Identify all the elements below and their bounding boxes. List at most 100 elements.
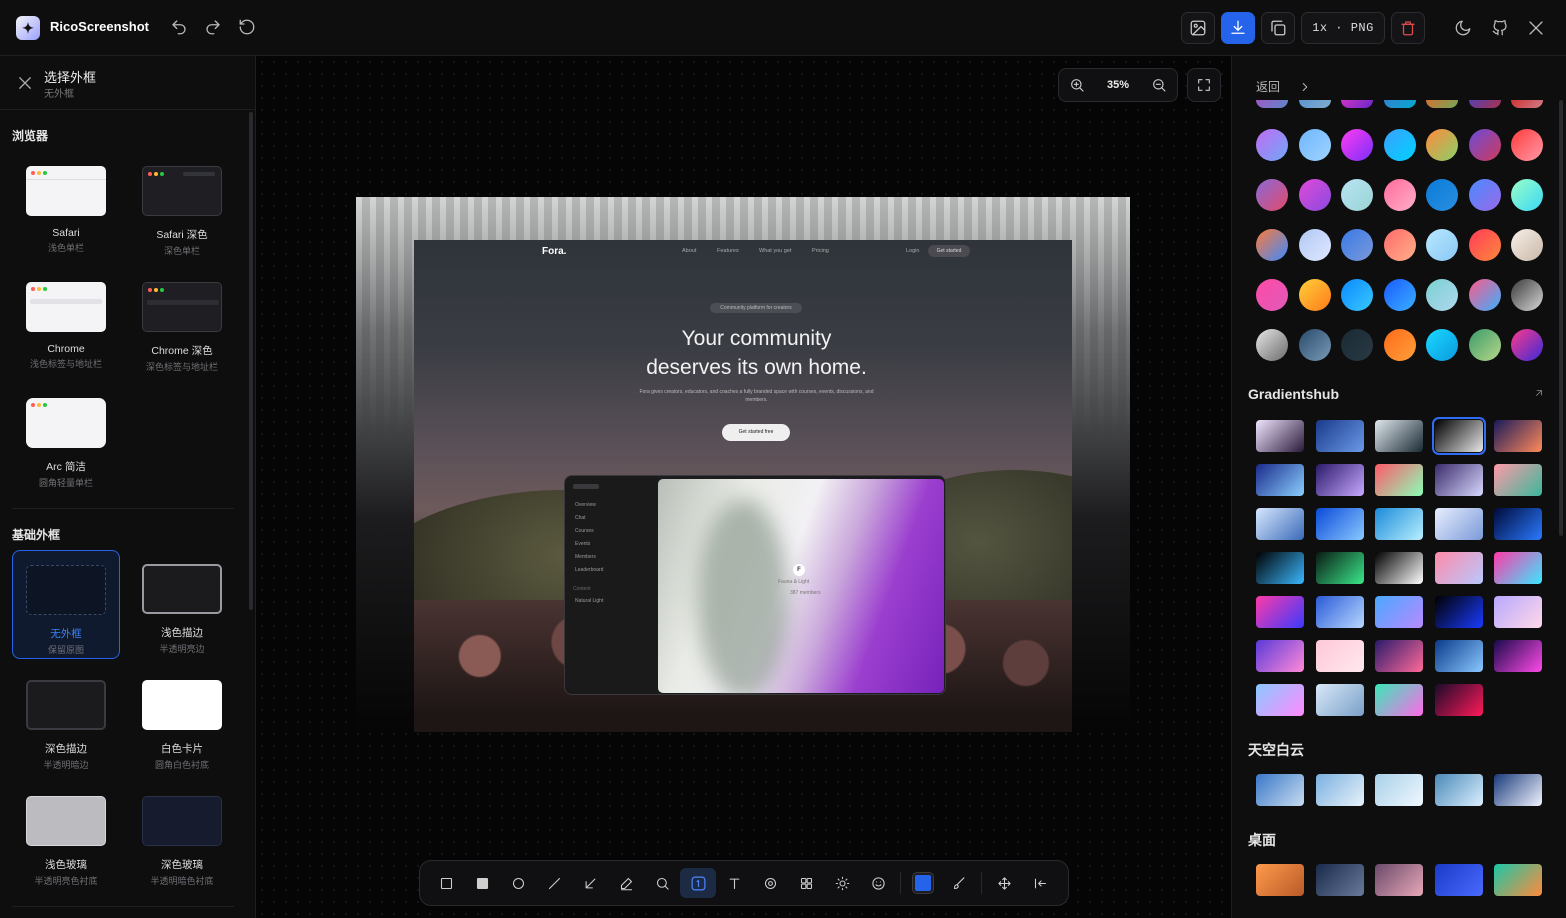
- background-tile[interactable]: [1375, 508, 1423, 540]
- undo-icon[interactable]: [170, 18, 188, 36]
- zoom-in-icon[interactable]: [1069, 77, 1085, 93]
- gradient-swatch[interactable]: [1256, 100, 1288, 108]
- gradient-swatch[interactable]: [1426, 279, 1458, 311]
- gradient-swatch[interactable]: [1426, 179, 1458, 211]
- tool-number[interactable]: [680, 868, 716, 898]
- screenshot-preview[interactable]: Fora. About Features What you get Pricin…: [356, 197, 1130, 732]
- redo-icon[interactable]: [204, 18, 222, 36]
- gradient-swatch[interactable]: [1298, 100, 1331, 108]
- gradient-swatch[interactable]: [1426, 329, 1458, 361]
- frame-safari-dark[interactable]: Safari 深色 深色单栏: [128, 166, 236, 257]
- download-button[interactable]: [1221, 12, 1255, 44]
- background-tile[interactable]: [1375, 464, 1423, 496]
- gradient-swatch[interactable]: [1256, 179, 1288, 211]
- tool-arrow[interactable]: [572, 868, 608, 898]
- frame-dark-glass[interactable]: 深色玻璃 半透明暗色衬底: [128, 796, 236, 887]
- background-tile[interactable]: [1256, 508, 1304, 540]
- gradient-swatch[interactable]: [1511, 229, 1543, 261]
- gradient-swatch[interactable]: [1511, 129, 1543, 161]
- frame-arc[interactable]: Arc 简洁 圆角轻量单栏: [12, 398, 120, 489]
- background-tile[interactable]: [1315, 640, 1364, 672]
- gradient-swatch[interactable]: [1341, 279, 1373, 311]
- external-link-icon[interactable]: [1533, 387, 1545, 399]
- gradient-swatch[interactable]: [1383, 329, 1416, 361]
- gradient-swatch[interactable]: [1426, 100, 1458, 108]
- frame-chrome[interactable]: Chrome 浅色标签与地址栏: [12, 282, 120, 370]
- gradient-swatch[interactable]: [1298, 129, 1331, 161]
- close-icon[interactable]: [16, 74, 34, 92]
- gradient-swatch[interactable]: [1256, 129, 1288, 161]
- moon-icon[interactable]: [1454, 19, 1472, 37]
- background-tile[interactable]: [1256, 420, 1304, 452]
- gradient-swatch[interactable]: [1341, 129, 1373, 161]
- zoom-out-icon[interactable]: [1151, 77, 1167, 93]
- background-tile[interactable]: [1256, 640, 1304, 672]
- gradient-swatch[interactable]: [1298, 229, 1331, 261]
- background-tile[interactable]: [1494, 640, 1542, 672]
- background-tile[interactable]: [1431, 417, 1486, 455]
- gradient-swatch[interactable]: [1383, 129, 1416, 161]
- gradient-swatch[interactable]: [1256, 279, 1288, 311]
- background-tile[interactable]: [1434, 640, 1483, 672]
- tool-stroke[interactable]: [941, 868, 977, 898]
- gradient-swatch[interactable]: [1511, 100, 1543, 108]
- tool-blur[interactable]: [752, 868, 788, 898]
- background-tile[interactable]: [1434, 684, 1483, 716]
- background-tile[interactable]: [1494, 864, 1542, 896]
- format-select[interactable]: 1x · PNG: [1301, 12, 1385, 44]
- editor-canvas[interactable]: 35% Fora. About Features What you get Pr…: [256, 56, 1231, 918]
- color-picker[interactable]: [905, 868, 941, 898]
- back-button[interactable]: 返回: [1256, 78, 1312, 95]
- gradient-swatch[interactable]: [1468, 100, 1501, 108]
- background-tile[interactable]: [1375, 420, 1423, 452]
- background-tile[interactable]: [1434, 552, 1483, 584]
- background-tile[interactable]: [1256, 464, 1304, 496]
- tool-move[interactable]: [986, 868, 1022, 898]
- gradient-swatch[interactable]: [1426, 129, 1458, 161]
- gradient-swatch[interactable]: [1426, 229, 1458, 261]
- background-tile[interactable]: [1494, 464, 1542, 496]
- frame-light-glass[interactable]: 浅色玻璃 半透明亮色衬底: [12, 796, 120, 887]
- tool-mosaic[interactable]: [788, 868, 824, 898]
- tool-pen[interactable]: [608, 868, 644, 898]
- background-tile[interactable]: [1256, 684, 1304, 716]
- tool-brightness[interactable]: [824, 868, 860, 898]
- background-tile[interactable]: [1315, 774, 1364, 806]
- background-tile[interactable]: [1494, 552, 1542, 584]
- gradient-swatch[interactable]: [1298, 179, 1331, 211]
- left-scrollbar[interactable]: [249, 112, 253, 610]
- tool-line[interactable]: [536, 868, 572, 898]
- background-tile[interactable]: [1315, 420, 1364, 452]
- gradient-swatch[interactable]: [1341, 179, 1373, 211]
- background-tile[interactable]: [1494, 774, 1542, 806]
- frame-chrome-dark[interactable]: Chrome 深色 深色标签与地址栏: [128, 282, 236, 373]
- gradient-swatch[interactable]: [1256, 329, 1288, 361]
- background-tile[interactable]: [1375, 774, 1423, 806]
- tool-text[interactable]: [716, 868, 752, 898]
- gradient-swatch[interactable]: [1298, 329, 1331, 361]
- reset-icon[interactable]: [238, 18, 256, 36]
- tool-rect-outline[interactable]: [428, 868, 464, 898]
- background-tile[interactable]: [1434, 864, 1483, 896]
- background-tile[interactable]: [1315, 464, 1364, 496]
- frame-light-stroke[interactable]: 浅色描边 半透明亮边: [128, 564, 236, 655]
- frame-dark-stroke[interactable]: 深色描边 半透明暗边: [12, 680, 120, 771]
- x-icon[interactable]: [1527, 19, 1545, 37]
- gradient-swatch[interactable]: [1468, 229, 1501, 261]
- frame-white-card[interactable]: 白色卡片 圆角白色衬底: [128, 680, 236, 771]
- background-tile[interactable]: [1375, 684, 1423, 716]
- tool-emoji[interactable]: [860, 868, 896, 898]
- background-tile[interactable]: [1494, 596, 1542, 628]
- background-tile[interactable]: [1256, 596, 1304, 628]
- gradient-swatch[interactable]: [1256, 229, 1288, 261]
- gradient-swatch[interactable]: [1341, 100, 1373, 108]
- gradient-swatch[interactable]: [1383, 279, 1416, 311]
- background-tile[interactable]: [1375, 864, 1423, 896]
- right-scrollbar[interactable]: [1559, 100, 1563, 536]
- background-tile[interactable]: [1494, 508, 1542, 540]
- gradient-swatch[interactable]: [1341, 229, 1373, 261]
- gradient-swatch[interactable]: [1511, 279, 1543, 311]
- gradient-swatch[interactable]: [1383, 100, 1416, 108]
- gradient-swatch[interactable]: [1468, 279, 1501, 311]
- gradient-swatch[interactable]: [1468, 179, 1501, 211]
